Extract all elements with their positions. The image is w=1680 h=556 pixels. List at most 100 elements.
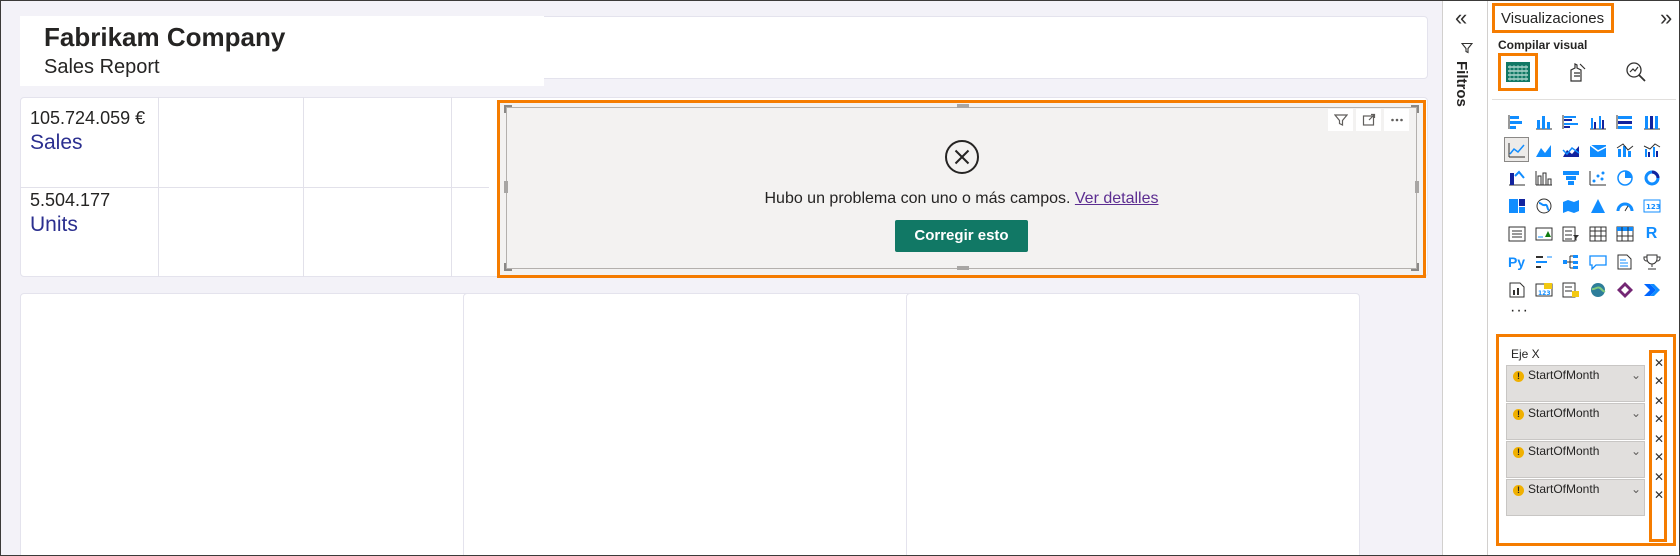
- r-script-visual-icon[interactable]: R: [1639, 221, 1664, 246]
- kpi-icon[interactable]: [1531, 221, 1556, 246]
- map-icon[interactable]: [1531, 193, 1556, 218]
- build-visual-icon: [1506, 62, 1530, 82]
- clustered-bar-chart-icon[interactable]: [1558, 109, 1583, 134]
- grid-divider: [20, 187, 489, 188]
- clustered-column-chart-icon[interactable]: [1585, 109, 1610, 134]
- kpi-sales: 105.724.059 € Sales: [30, 107, 145, 157]
- chevron-down-icon[interactable]: ⌄: [1631, 482, 1641, 496]
- empty-visual[interactable]: [463, 293, 917, 555]
- column-chart-icon[interactable]: [1531, 165, 1556, 190]
- slicer-icon[interactable]: [1558, 221, 1583, 246]
- stacked-column-chart-icon[interactable]: [1531, 109, 1556, 134]
- line-and-clustered-column-icon[interactable]: [1639, 137, 1664, 162]
- power-apps-icon[interactable]: [1612, 277, 1637, 302]
- field-pill[interactable]: ! StartOfMonth ⌄: [1506, 403, 1645, 440]
- filled-map-icon[interactable]: [1558, 193, 1583, 218]
- key-influencers-icon[interactable]: [1531, 249, 1556, 274]
- remove-field-icon[interactable]: ✕: [1653, 357, 1665, 369]
- report-subtitle: Sales Report: [44, 56, 160, 78]
- 100-stacked-column-icon[interactable]: [1639, 109, 1664, 134]
- error-content: Hubo un problema con uno o más campos. V…: [500, 139, 1423, 252]
- warning-icon: !: [1513, 485, 1524, 496]
- kpi-label: Units: [30, 213, 78, 236]
- python-visual-icon[interactable]: Py: [1504, 249, 1529, 274]
- remove-field-icon[interactable]: ✕: [1653, 413, 1665, 425]
- table-icon[interactable]: [1585, 221, 1610, 246]
- stacked-area-chart-icon[interactable]: [1558, 137, 1583, 162]
- azure-map-icon[interactable]: [1585, 193, 1610, 218]
- resize-handle[interactable]: [957, 266, 969, 270]
- funnel-icon[interactable]: [1558, 165, 1583, 190]
- smart-narrative-icon[interactable]: [1612, 249, 1637, 274]
- build-visual-tab[interactable]: [1498, 53, 1538, 91]
- qna-icon[interactable]: [1585, 249, 1610, 274]
- field-pill[interactable]: ! StartOfMonth ⌄: [1506, 441, 1645, 478]
- remove-field-icon[interactable]: ✕: [1653, 433, 1665, 445]
- more-options-icon[interactable]: [1384, 109, 1409, 131]
- chevron-down-icon[interactable]: ⌄: [1631, 406, 1641, 420]
- field-name: StartOfMonth: [1528, 368, 1600, 382]
- title-block: Fabrikam Company Sales Report: [20, 16, 544, 86]
- remove-field-icon[interactable]: ✕: [1653, 395, 1665, 407]
- paginated-report-icon[interactable]: [1504, 277, 1529, 302]
- format-visual-icon: [1570, 63, 1586, 82]
- area-chart-icon[interactable]: [1531, 137, 1556, 162]
- remove-field-icon[interactable]: ✕: [1653, 375, 1665, 387]
- field-pill[interactable]: ! StartOfMonth ⌄: [1506, 479, 1645, 516]
- 100-stacked-bar-icon[interactable]: [1612, 109, 1637, 134]
- waterfall-chart-icon[interactable]: [1504, 165, 1529, 190]
- goals-icon[interactable]: [1639, 249, 1664, 274]
- metrics-card-icon[interactable]: 123: [1531, 277, 1556, 302]
- matrix-icon[interactable]: [1612, 221, 1637, 246]
- kpi-value: 5.504.177: [30, 190, 111, 210]
- remove-field-icon[interactable]: ✕: [1653, 451, 1665, 463]
- ribbon-chart-icon[interactable]: [1585, 137, 1610, 162]
- format-visual-tab[interactable]: [1557, 53, 1597, 91]
- resize-corner[interactable]: [1411, 105, 1419, 113]
- collapse-panes-icon[interactable]: «: [1455, 7, 1467, 29]
- pie-chart-icon[interactable]: [1612, 165, 1637, 190]
- resize-corner[interactable]: [1411, 263, 1419, 271]
- analytics-tab[interactable]: [1616, 53, 1656, 91]
- resize-corner[interactable]: [504, 263, 512, 271]
- gauge-icon[interactable]: [1612, 193, 1637, 218]
- line-and-stacked-column-icon[interactable]: [1612, 137, 1637, 162]
- focus-mode-icon[interactable]: [1356, 109, 1381, 131]
- line-chart-icon[interactable]: [1504, 137, 1529, 162]
- chevron-down-icon[interactable]: ⌄: [1631, 444, 1641, 458]
- donut-chart-icon[interactable]: [1639, 165, 1664, 190]
- see-details-link[interactable]: Ver detalles: [1075, 190, 1159, 207]
- analytics-icon: [1626, 62, 1646, 82]
- card-icon[interactable]: 123: [1639, 193, 1664, 218]
- decomposition-tree-icon[interactable]: [1558, 249, 1583, 274]
- treemap-icon[interactable]: [1504, 193, 1529, 218]
- x-axis-field-well: Eje X ! StartOfMonth ⌄ ! StartOfMonth ⌄ …: [1496, 334, 1676, 546]
- arcgis-map-icon[interactable]: [1585, 277, 1610, 302]
- multi-row-card-icon[interactable]: [1504, 221, 1529, 246]
- resize-handle[interactable]: [957, 104, 969, 108]
- warning-icon: !: [1513, 447, 1524, 458]
- more-visuals-icon[interactable]: ···: [1510, 302, 1529, 320]
- custom-slicer-icon[interactable]: [1558, 277, 1583, 302]
- visual-header-actions: [1328, 109, 1409, 131]
- warning-icon: !: [1513, 371, 1524, 382]
- scatter-chart-icon[interactable]: [1585, 165, 1610, 190]
- stacked-bar-chart-icon[interactable]: [1504, 109, 1529, 134]
- filters-pane-collapsed[interactable]: « Filtros: [1442, 1, 1487, 555]
- remove-field-icon[interactable]: ✕: [1653, 489, 1665, 501]
- field-name: StartOfMonth: [1528, 406, 1600, 420]
- expand-pane-icon[interactable]: »: [1660, 7, 1672, 29]
- empty-visual[interactable]: [906, 293, 1360, 555]
- remove-field-icon[interactable]: ✕: [1653, 471, 1665, 483]
- resize-corner[interactable]: [504, 105, 512, 113]
- empty-visual[interactable]: [20, 293, 474, 555]
- error-visual[interactable]: Hubo un problema con uno o más campos. V…: [497, 100, 1426, 278]
- filter-icon[interactable]: [1328, 109, 1353, 131]
- svg-text:123: 123: [1646, 203, 1661, 211]
- field-pill[interactable]: ! StartOfMonth ⌄: [1506, 365, 1645, 402]
- power-automate-icon[interactable]: [1639, 277, 1664, 302]
- fix-this-button[interactable]: Corregir esto: [895, 220, 1028, 252]
- filters-label[interactable]: Filtros: [1453, 61, 1470, 107]
- chevron-down-icon[interactable]: ⌄: [1631, 368, 1641, 382]
- report-canvas: Fabrikam Company Sales Report 105.724.05…: [1, 1, 1442, 555]
